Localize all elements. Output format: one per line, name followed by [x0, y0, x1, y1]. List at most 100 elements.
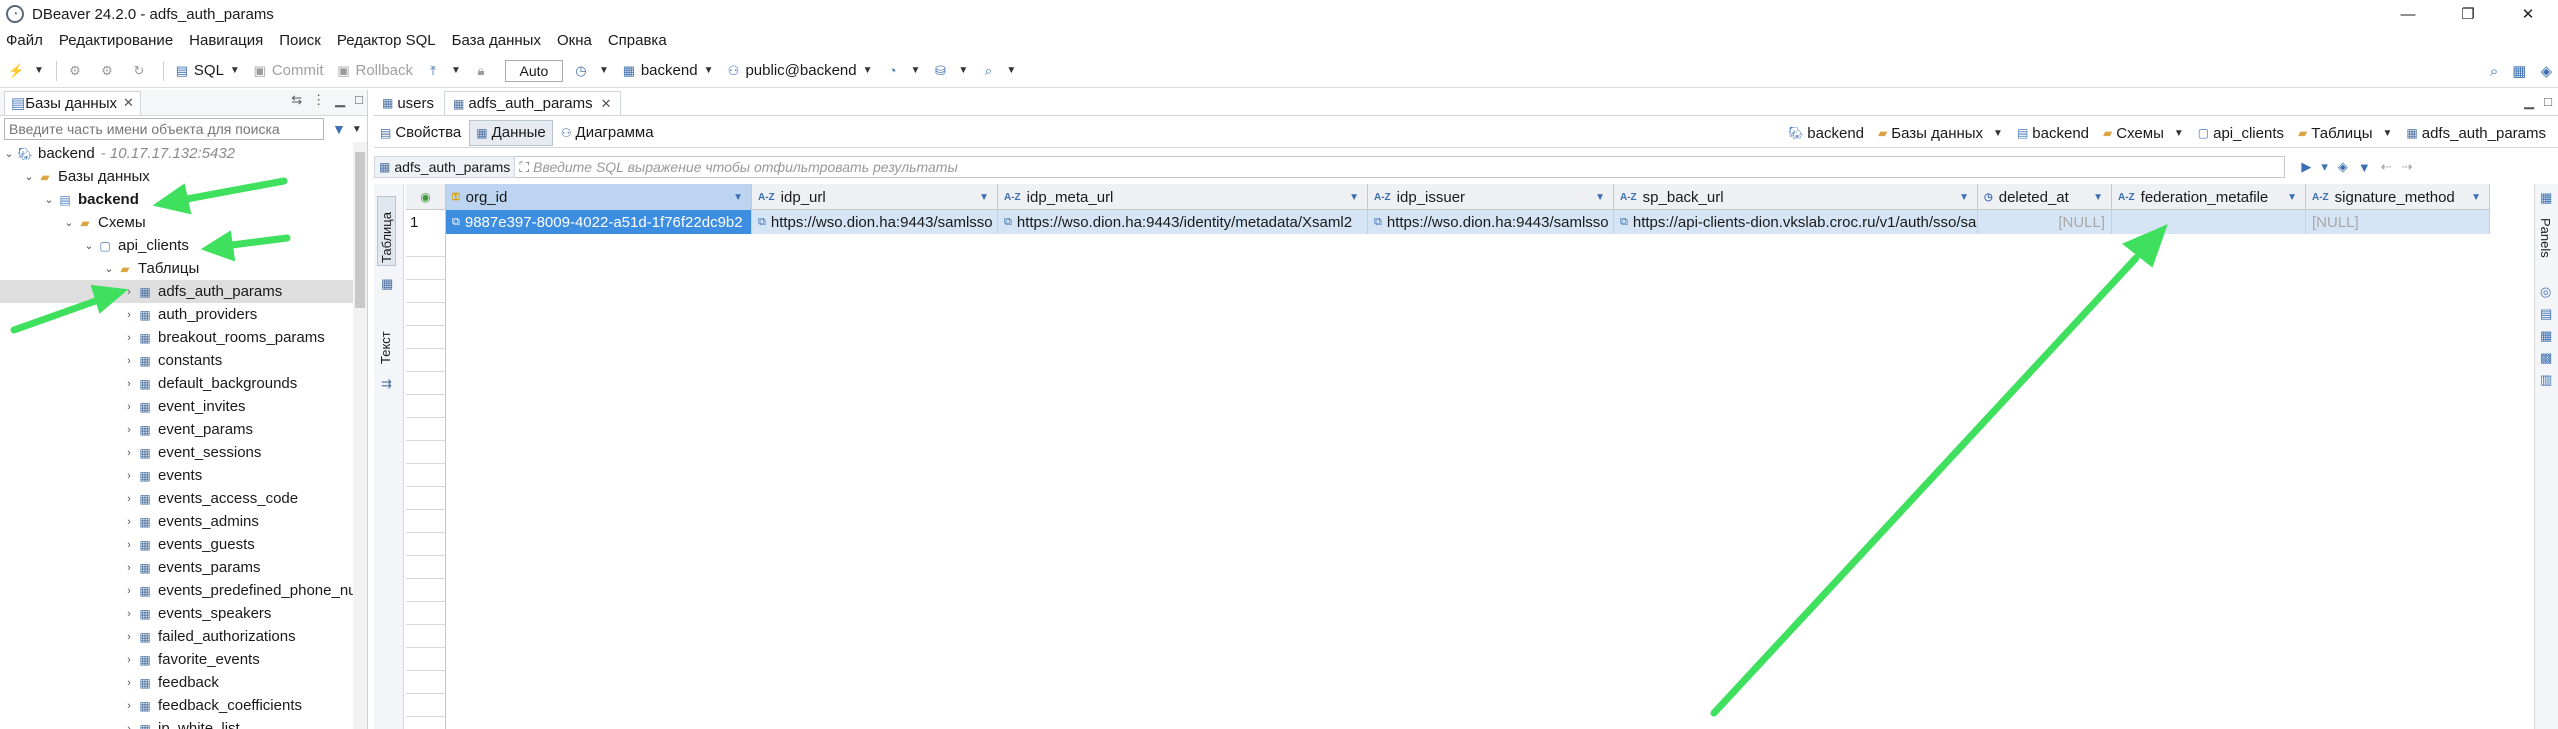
record-icon[interactable]: ⇉: [381, 376, 392, 392]
tab-databases[interactable]: ▤ Базы данных ✕: [4, 90, 141, 115]
filter-icon[interactable]: ▼: [2358, 160, 2371, 175]
breadcrumb-connection[interactable]: 🐘︎ backend: [1788, 125, 1864, 142]
sql-editor-button[interactable]: ▤ SQL ▼: [174, 62, 240, 79]
lock-button[interactable]: 🔒︎: [473, 63, 493, 79]
tree-item-table[interactable]: › ▦ events: [0, 464, 367, 487]
column-header[interactable]: A-Z idp_meta_url ▼: [998, 184, 1368, 210]
chevron-right-icon[interactable]: ›: [122, 470, 136, 482]
menu-edit[interactable]: Редактирование: [59, 32, 173, 49]
link-editor-icon[interactable]: ⇆: [291, 92, 302, 108]
tree-item-table[interactable]: › ▦ events_guests: [0, 533, 367, 556]
maximize-panel-icon[interactable]: □: [2544, 94, 2552, 110]
value-viewer-icon[interactable]: ◎: [2540, 284, 2551, 300]
sort-icon[interactable]: ▼: [1595, 192, 1605, 203]
chevron-right-icon[interactable]: ›: [122, 654, 136, 666]
row-number[interactable]: 1: [406, 210, 446, 234]
back-icon[interactable]: ⇠: [2381, 159, 2392, 175]
transaction-mode-field[interactable]: Auto: [504, 59, 563, 82]
tree-item-databases[interactable]: ⌄ ▰ Базы данных: [0, 165, 367, 188]
chevron-down-icon[interactable]: ▼: [2383, 128, 2393, 139]
navigator-scrollbar[interactable]: [353, 142, 367, 729]
tree-item-table[interactable]: › ▦ failed_authorizations: [0, 625, 367, 648]
minimize-panel-icon[interactable]: ▁: [335, 92, 345, 108]
grouping-icon[interactable]: ▦: [2540, 328, 2552, 344]
chevron-right-icon[interactable]: ›: [122, 355, 136, 367]
chevron-right-icon[interactable]: ›: [122, 608, 136, 620]
column-header[interactable]: A-Z signature_method ▼: [2306, 184, 2490, 210]
tree-item-table[interactable]: › ▦ event_invites: [0, 395, 367, 418]
close-window-button[interactable]: ✕: [2498, 0, 2558, 28]
menu-help[interactable]: Справка: [608, 32, 667, 49]
minimize-panel-icon[interactable]: ▁: [2524, 94, 2534, 110]
breadcrumb-table[interactable]: ▦ adfs_auth_params: [2406, 125, 2546, 142]
chevron-right-icon[interactable]: ›: [122, 332, 136, 344]
column-header[interactable]: ◷ deleted_at ▼: [1978, 184, 2112, 210]
chevron-right-icon[interactable]: ›: [122, 516, 136, 528]
chevron-right-icon[interactable]: ›: [122, 723, 136, 729]
maximize-button[interactable]: ❐: [2438, 0, 2498, 28]
connect-button[interactable]: ⚙: [67, 63, 87, 79]
grid-cell-sp-back-url[interactable]: ⧉ https://api-clients-dion.vkslab.croc.ru…: [1614, 210, 1978, 234]
chevron-right-icon[interactable]: ›: [122, 286, 136, 298]
chevron-down-icon[interactable]: ▼: [2174, 128, 2184, 139]
tree-item-database-backend[interactable]: ⌄ ▤ backend: [0, 188, 367, 211]
breadcrumb-schema[interactable]: ▢ api_clients: [2198, 125, 2284, 142]
collapse-icon[interactable]: ⋮: [312, 92, 325, 108]
tasks-button[interactable]: ⛁ ▼: [932, 63, 968, 79]
grid-cell-idp-issuer[interactable]: ⧉ https://wso.dion.ha:9443/samlsso: [1368, 210, 1614, 234]
dbeaver-perspective-icon[interactable]: ◈: [2540, 62, 2552, 80]
chevron-right-icon[interactable]: ›: [122, 631, 136, 643]
column-header[interactable]: A-Z sp_back_url ▼: [1614, 184, 1978, 210]
menu-database[interactable]: База данных: [452, 32, 541, 49]
breadcrumb-schemas[interactable]: ▰ Схемы ▼: [2103, 125, 2184, 142]
schema-selector[interactable]: ⚇ public@backend ▼: [725, 62, 873, 79]
menu-navigate[interactable]: Навигация: [189, 32, 263, 49]
sql-filter-input[interactable]: ⛶ Введите SQL выражение чтобы отфильтров…: [515, 156, 2286, 178]
tree-item-table[interactable]: › ▦ events_predefined_phone_nu: [0, 579, 367, 602]
select-all-cell[interactable]: ◉: [406, 184, 446, 210]
minimize-button[interactable]: —: [2378, 0, 2438, 28]
dashboard-button[interactable]: ◔ ▼: [885, 63, 921, 79]
chevron-right-icon[interactable]: ›: [122, 309, 136, 321]
chevron-down-icon[interactable]: ⌄: [62, 216, 76, 229]
column-header[interactable]: ⚿ org_id ▼: [446, 184, 752, 210]
breadcrumb-tables[interactable]: ▰ Таблицы ▼: [2298, 125, 2392, 142]
chevron-down-icon[interactable]: ⌄: [82, 239, 96, 252]
new-connection-button[interactable]: ⚡ ▼: [8, 63, 44, 79]
panels-tab[interactable]: Panels: [2538, 218, 2553, 278]
chevron-right-icon[interactable]: ›: [122, 378, 136, 390]
chevron-down-icon[interactable]: ⌄: [2, 147, 16, 160]
filter-icon[interactable]: ▼: [332, 121, 346, 137]
subtab-data[interactable]: ▦ Данные: [469, 119, 553, 146]
chevron-right-icon[interactable]: ›: [122, 401, 136, 413]
chevron-down-icon[interactable]: ▼: [352, 124, 362, 135]
tree-item-table[interactable]: › ▦ auth_providers: [0, 303, 367, 326]
column-header[interactable]: A-Z federation_metafile ▼: [2112, 184, 2306, 210]
grid-cell-federation-metafile[interactable]: [2112, 210, 2306, 234]
column-header[interactable]: A-Z idp_issuer ▼: [1368, 184, 1614, 210]
tree-item-table[interactable]: › ▦ adfs_auth_params: [0, 280, 367, 303]
chevron-down-icon[interactable]: ⌄: [22, 170, 36, 183]
tree-item-table[interactable]: › ▦ favorite_events: [0, 648, 367, 671]
chevron-down-icon[interactable]: ⌄: [42, 193, 56, 206]
chevron-right-icon[interactable]: ›: [122, 700, 136, 712]
chevron-right-icon[interactable]: ›: [122, 539, 136, 551]
sort-icon[interactable]: ▼: [2093, 192, 2103, 203]
menu-sql-editor[interactable]: Редактор SQL: [337, 32, 436, 49]
tab-adfs-auth-params[interactable]: ▦ adfs_auth_params ✕: [444, 91, 621, 115]
sort-icon[interactable]: ▼: [1959, 192, 1969, 203]
tree-item-schema-api-clients[interactable]: ⌄ ▢ api_clients: [0, 234, 367, 257]
tree-item-table[interactable]: › ▦ events_access_code: [0, 487, 367, 510]
subtab-diagram[interactable]: ⚇ Диаграмма: [555, 120, 660, 146]
tree-item-table[interactable]: › ▦ breakout_rooms_params: [0, 326, 367, 349]
chevron-right-icon[interactable]: ›: [122, 493, 136, 505]
tree-item-table[interactable]: › ▦ events_speakers: [0, 602, 367, 625]
grid-icon[interactable]: ▦: [381, 276, 393, 292]
sort-icon[interactable]: ▼: [979, 192, 989, 203]
tree-item-table[interactable]: › ▦ ip_white_list: [0, 717, 367, 729]
close-icon[interactable]: ✕: [123, 95, 134, 111]
chevron-right-icon[interactable]: ›: [122, 424, 136, 436]
history-button[interactable]: ◷ ▼: [573, 63, 609, 79]
subtab-properties[interactable]: ▤ Свойства: [374, 120, 467, 146]
global-search-icon[interactable]: ⌕: [2490, 63, 2498, 80]
